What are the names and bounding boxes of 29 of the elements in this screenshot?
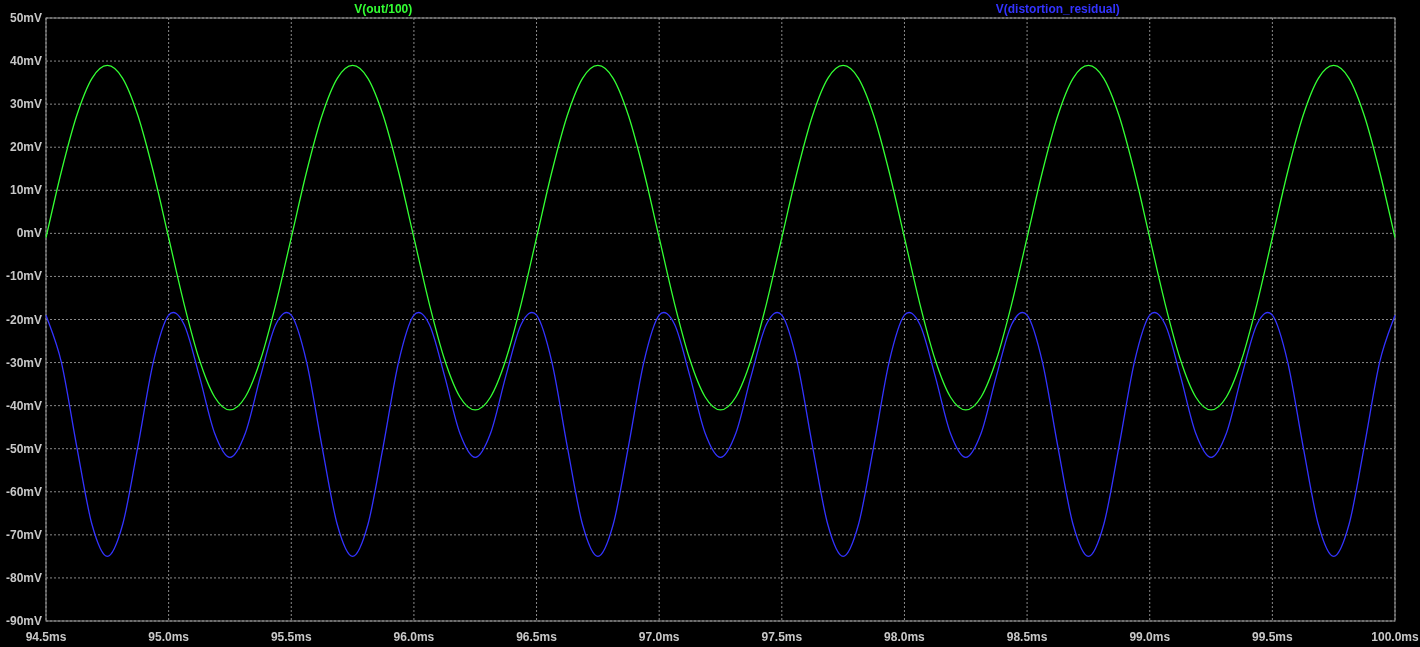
x-axis-label: 95.5ms	[270, 630, 312, 644]
y-axis-label: 40mV	[9, 54, 42, 69]
y-axis-label: 20mV	[9, 140, 42, 155]
y-axis-label: -20mV	[5, 312, 42, 327]
x-axis-label: 97.0ms	[638, 630, 680, 644]
y-axis-label: -90mV	[5, 614, 42, 628]
y-axis-label: -30mV	[5, 355, 42, 370]
y-axis-label: 10mV	[9, 183, 42, 198]
y-axis-label: -60mV	[5, 484, 42, 499]
x-axis-label: 99.0ms	[1129, 630, 1171, 644]
y-axis-label: -80mV	[5, 570, 42, 585]
x-axis-label: 97.5ms	[761, 630, 803, 644]
x-axis-label: 100.0ms	[1371, 630, 1419, 644]
legend-label: V(distortion_residual)	[995, 2, 1120, 16]
y-axis-label: 30mV	[9, 97, 42, 112]
y-axis-label: -40mV	[5, 398, 42, 413]
y-axis-label: 50mV	[9, 11, 42, 25]
y-axis-label: -10mV	[5, 269, 42, 284]
y-axis-label: 0mV	[16, 226, 42, 241]
x-axis-label: 98.0ms	[884, 630, 925, 644]
x-axis-label: 95.0ms	[148, 630, 189, 644]
x-axis-label: 96.5ms	[516, 630, 557, 644]
legend-label: V(out/100)	[354, 2, 413, 16]
y-axis-label: -70mV	[5, 527, 42, 542]
x-axis-label: 98.5ms	[1006, 630, 1048, 644]
x-axis-label: 99.5ms	[1252, 630, 1293, 644]
y-axis-label: -50mV	[5, 441, 42, 456]
x-axis-label: 96.0ms	[393, 630, 435, 644]
x-axis-label: 94.5ms	[25, 630, 67, 644]
